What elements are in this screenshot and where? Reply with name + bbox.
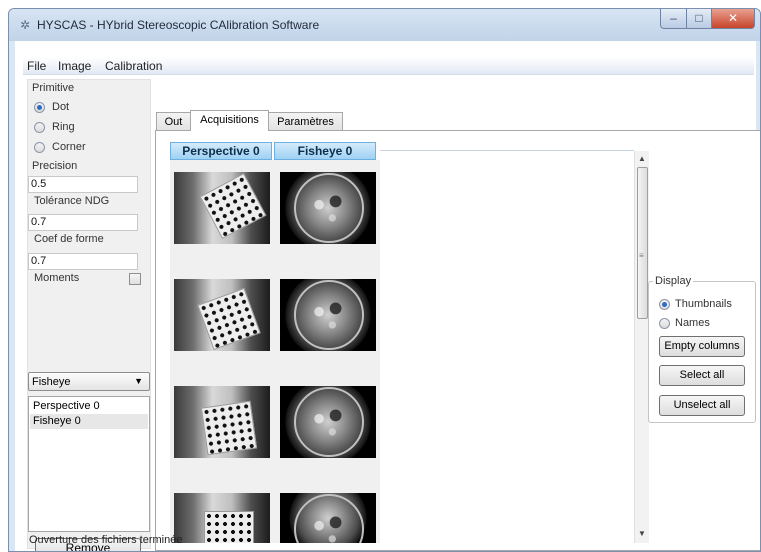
radio-corner[interactable] (34, 142, 45, 153)
radio-dot[interactable] (34, 102, 45, 113)
fisheye-view (294, 494, 364, 543)
camera-select-value: Fisheye (32, 376, 71, 388)
radio-thumbnails-label: Thumbnails (675, 298, 732, 310)
radio-corner-label: Corner (52, 141, 86, 153)
empty-columns-button[interactable]: Empty columns (659, 336, 745, 357)
thumbnail-fisheye[interactable] (280, 279, 376, 351)
menu-calibration[interactable]: Calibration (105, 59, 162, 73)
radio-dot-label: Dot (52, 101, 70, 113)
scroll-down-icon[interactable]: ▼ (638, 529, 646, 538)
radio-ring-label: Ring (52, 121, 75, 133)
calibration-board (197, 287, 261, 351)
radio-names-label: Names (675, 317, 710, 329)
shape-coef-label: Coef de forme (34, 233, 104, 245)
left-panel: Primitive Dot Ring Corner Precision 0.5 … (27, 79, 151, 551)
close-icon: ✕ (727, 11, 739, 25)
thumbnail-fisheye[interactable] (280, 172, 376, 244)
menu-bar: File Image Calibration (23, 57, 754, 75)
window-title: HYSCAS - HYbrid Stereoscopic CAlibration… (37, 18, 320, 32)
close-button[interactable]: ✕ (711, 9, 755, 29)
radio-names[interactable] (659, 318, 670, 329)
app-logo-icon: ✲ (19, 18, 31, 32)
fisheye-view (294, 387, 364, 457)
thumbnail-fisheye[interactable] (280, 493, 376, 543)
thumbnail-perspective[interactable] (174, 493, 270, 543)
menu-image[interactable]: Image (58, 59, 91, 73)
client-area: File Image Calibration Primitive Dot Rin… (15, 41, 760, 551)
tolerance-label: Tolérance NDG (34, 195, 110, 207)
radio-ring[interactable] (34, 122, 45, 133)
scroll-up-icon[interactable]: ▲ (638, 154, 646, 163)
tolerance-field[interactable]: 0.7 (28, 214, 138, 231)
list-item[interactable]: Perspective 0 (30, 399, 148, 414)
calibration-board (200, 400, 258, 456)
minimize-button[interactable]: – (660, 9, 687, 29)
thumbnail-perspective[interactable] (174, 386, 270, 458)
scroll-grip-icon: ≡ (639, 251, 644, 260)
primitive-label: Primitive (32, 82, 75, 94)
calibration-board (204, 511, 254, 543)
main-window: ✲ HYSCAS - HYbrid Stereoscopic CAlibrati… (8, 8, 761, 552)
acquisitions-panel: Perspective 0 Fisheye 0 ▲ ≡ ▼ Display Th… (155, 130, 760, 551)
column-header-perspective[interactable]: Perspective 0 (170, 142, 272, 160)
maximize-icon: □ (695, 11, 703, 25)
select-all-button[interactable]: Select all (659, 365, 745, 386)
thumbnail-grid: Perspective 0 Fisheye 0 (164, 139, 634, 543)
vertical-scrollbar[interactable]: ▲ ≡ ▼ (634, 151, 649, 543)
thumbnail-fisheye[interactable] (280, 386, 376, 458)
display-group: Display Thumbnails Names Empty columns S… (648, 275, 756, 423)
title-bar[interactable]: ✲ HYSCAS - HYbrid Stereoscopic CAlibrati… (9, 9, 760, 41)
tab-parametres[interactable]: Paramètres (268, 112, 343, 131)
chevron-down-icon: ▼ (134, 376, 143, 386)
shape-coef-field[interactable]: 0.7 (28, 253, 138, 270)
menu-file[interactable]: File (27, 59, 46, 73)
fisheye-view (294, 173, 364, 243)
scrollbar-thumb[interactable] (637, 167, 648, 319)
maximize-button[interactable]: □ (686, 9, 712, 29)
moments-label: Moments (34, 272, 80, 284)
thumbnail-perspective[interactable] (174, 279, 270, 351)
minimize-icon: – (670, 11, 677, 25)
tab-acquisitions[interactable]: Acquisitions (190, 110, 269, 131)
camera-select[interactable]: Fisheye ▼ (28, 372, 150, 391)
status-bar-text: Ouverture des fichiers terminée (29, 534, 183, 546)
tab-out[interactable]: Out (156, 112, 191, 131)
unselect-all-button[interactable]: Unselect all (659, 395, 745, 416)
list-item[interactable]: Fisheye 0 (30, 414, 148, 429)
calibration-board (199, 173, 267, 239)
column-header-fisheye[interactable]: Fisheye 0 (274, 142, 376, 160)
display-group-title: Display (653, 275, 694, 287)
precision-field[interactable]: 0.5 (28, 176, 138, 193)
precision-label: Precision (32, 160, 78, 172)
camera-list[interactable]: Perspective 0 Fisheye 0 (28, 396, 150, 532)
header-divider (380, 150, 634, 151)
moments-checkbox[interactable] (129, 273, 141, 285)
radio-thumbnails[interactable] (659, 299, 670, 310)
fisheye-view (294, 280, 364, 350)
thumbnail-perspective[interactable] (174, 172, 270, 244)
